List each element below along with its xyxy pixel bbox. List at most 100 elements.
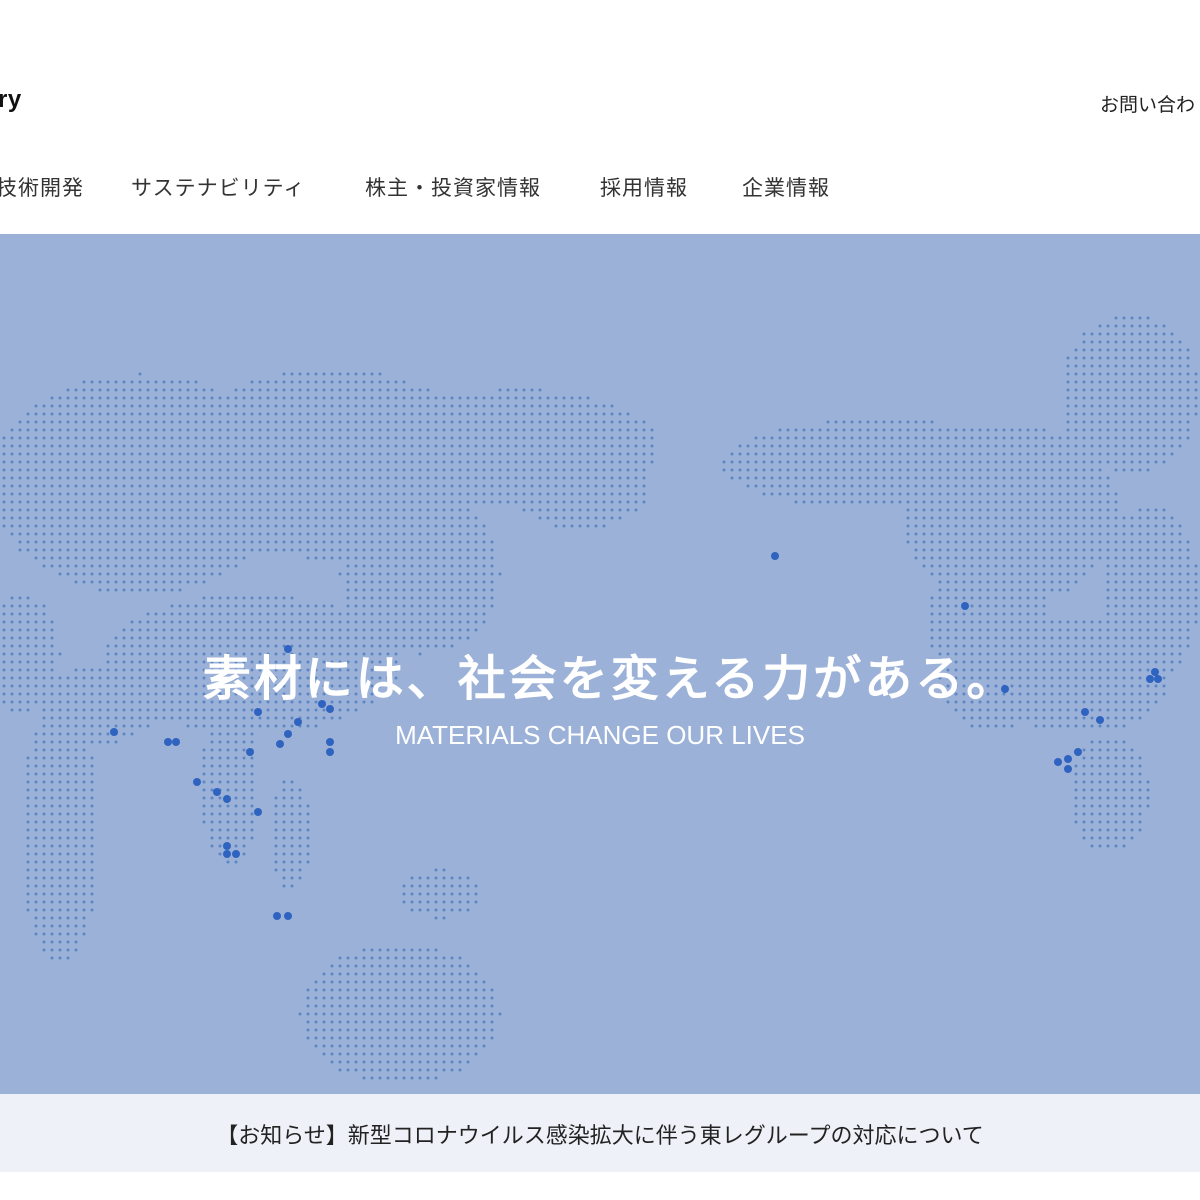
map-dot — [1178, 372, 1182, 376]
map-dot — [50, 900, 54, 904]
map-dot — [474, 500, 478, 504]
nav-item-technology[interactable]: 技術開発 — [0, 172, 84, 202]
map-dot — [570, 444, 574, 448]
map-dot — [370, 604, 374, 608]
map-dot — [410, 1036, 414, 1040]
map-dot — [402, 428, 406, 432]
map-dot — [258, 468, 262, 472]
map-dot — [458, 444, 462, 448]
map-dot — [1074, 396, 1078, 400]
map-dot — [994, 612, 998, 616]
nav-item-company[interactable]: 企業情報 — [742, 172, 830, 202]
map-dot — [402, 1020, 406, 1024]
map-dot — [426, 476, 430, 480]
map-dot — [298, 444, 302, 448]
map-dot — [106, 532, 110, 536]
map-dot — [1002, 500, 1006, 504]
map-dot — [522, 460, 526, 464]
nav-item-investors[interactable]: 株主・投資家情報 — [365, 172, 541, 202]
contact-link[interactable]: お問い合わ — [1100, 90, 1195, 117]
map-dot — [1114, 380, 1118, 384]
nav-item-careers[interactable]: 採用情報 — [600, 172, 688, 202]
map-dot — [482, 620, 486, 624]
map-dot — [194, 420, 198, 424]
map-dot — [218, 492, 222, 496]
map-dot — [354, 1004, 358, 1008]
map-dot — [1178, 444, 1182, 448]
map-dot — [466, 892, 470, 896]
map-dot — [162, 516, 166, 520]
map-dot — [362, 548, 366, 552]
map-dot — [178, 436, 182, 440]
map-dot — [370, 1004, 374, 1008]
map-dot — [546, 452, 550, 456]
map-dot — [498, 484, 502, 488]
map-dot — [314, 980, 318, 984]
map-dot — [410, 972, 414, 976]
map-dot — [442, 996, 446, 1000]
map-dot — [1146, 396, 1150, 400]
map-dot — [58, 908, 62, 912]
map-dot — [1082, 340, 1086, 344]
map-dot — [1122, 388, 1126, 392]
map-dot — [1074, 468, 1078, 472]
map-dot — [1098, 844, 1102, 848]
map-dot — [1130, 828, 1134, 832]
map-dot — [1066, 428, 1070, 432]
map-dot — [1186, 348, 1190, 352]
map-dot — [42, 780, 46, 784]
map-dot — [34, 620, 38, 624]
map-dot — [42, 460, 46, 464]
map-dot — [50, 620, 54, 624]
map-dot — [1138, 532, 1142, 536]
map-dot — [274, 812, 278, 816]
map-dot — [10, 532, 14, 536]
map-dot — [1090, 468, 1094, 472]
map-dot — [202, 484, 206, 488]
map-dot — [74, 564, 78, 568]
map-dot — [210, 772, 214, 776]
map-dot — [362, 532, 366, 536]
map-dot — [850, 492, 854, 496]
map-dot — [1154, 444, 1158, 448]
map-dot — [58, 892, 62, 896]
map-dot — [1122, 588, 1126, 592]
map-dot — [1178, 340, 1182, 344]
map-dot — [458, 604, 462, 608]
map-dot — [594, 444, 598, 448]
map-dot — [386, 1028, 390, 1032]
map-dot — [362, 564, 366, 568]
map-dot — [1106, 380, 1110, 384]
map-dot — [482, 428, 486, 432]
nav-item-sustainability[interactable]: サステナビリティ — [131, 172, 305, 202]
map-dot — [210, 468, 214, 472]
map-dot — [426, 572, 430, 576]
map-dot — [954, 540, 958, 544]
map-dot — [74, 884, 78, 888]
map-dot — [1106, 420, 1110, 424]
map-dot — [1098, 508, 1102, 512]
site-logo[interactable]: ry — [0, 86, 22, 114]
map-dot — [994, 468, 998, 472]
map-dot — [1170, 580, 1174, 584]
map-dot — [490, 436, 494, 440]
map-dot — [434, 516, 438, 520]
map-dot — [466, 564, 470, 568]
map-dot — [626, 420, 630, 424]
map-dot — [1098, 524, 1102, 528]
map-dot — [554, 396, 558, 400]
map-dot — [1122, 404, 1126, 408]
map-dot — [538, 436, 542, 440]
map-dot — [538, 452, 542, 456]
map-dot — [298, 612, 302, 616]
map-dot — [258, 412, 262, 416]
map-dot — [906, 468, 910, 472]
map-dot — [194, 548, 198, 552]
map-dot — [442, 460, 446, 464]
map-dot — [10, 468, 14, 472]
map-dot — [922, 564, 926, 568]
map-dot — [1090, 556, 1094, 560]
map-dot — [642, 460, 646, 464]
map-dot — [434, 620, 438, 624]
map-dot — [474, 580, 478, 584]
